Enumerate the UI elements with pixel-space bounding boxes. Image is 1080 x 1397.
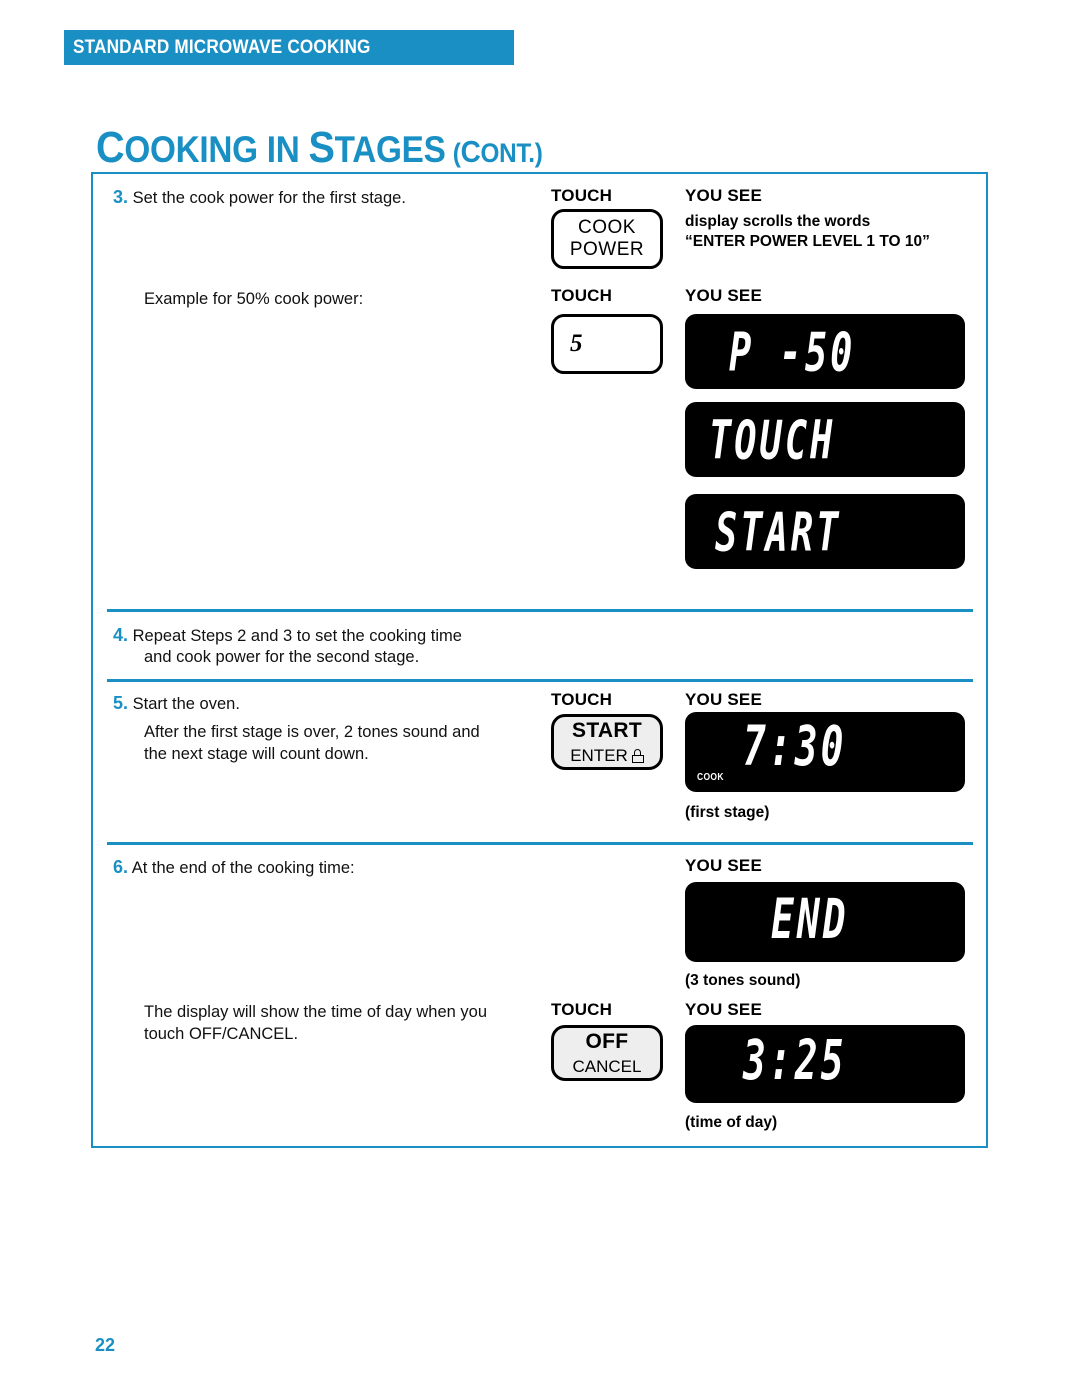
- lock-icon-body: [631, 754, 644, 763]
- page-number: 22: [95, 1335, 116, 1355]
- divider-before-step-6: [107, 842, 973, 845]
- page-title-cont-cap: C: [460, 134, 481, 169]
- page-title-main: COOKING IN STAGES: [96, 123, 446, 172]
- page-title-cont-rest: ONT.): [480, 138, 543, 168]
- lcd-time-of-day-text: 3:25: [743, 1028, 847, 1092]
- lock-icon: [631, 748, 644, 763]
- step-6-clock-caption: (time of day): [685, 1114, 778, 1131]
- page-title-cap-1: C: [96, 123, 125, 172]
- step-5-touch-heading: TOUCH: [551, 690, 613, 709]
- lcd-power-text: P -50: [729, 321, 856, 384]
- step-3-number: 3.: [113, 187, 129, 207]
- lcd-end-text: END: [771, 887, 849, 951]
- start-enter-button-top-label: START: [572, 719, 642, 742]
- cook-power-button-label-line2: POWER: [569, 239, 645, 260]
- lcd-display-time-of-day: 3:25: [685, 1025, 965, 1103]
- step-6-yousee-heading: YOU SEE: [685, 856, 762, 875]
- step-5-number: 5.: [113, 693, 129, 713]
- step-3-touch-heading: TOUCH: [551, 186, 613, 205]
- lcd-display-end: END: [685, 882, 965, 962]
- divider-before-step-5: [107, 679, 973, 682]
- step-6b-yousee-heading: YOU SEE: [685, 1000, 762, 1019]
- lcd-cook-indicator: COOK: [697, 772, 724, 783]
- start-enter-button[interactable]: START ENTER: [551, 714, 663, 770]
- step-6-touch-heading: TOUCH: [551, 1000, 613, 1019]
- lcd-touch-text: TOUCH: [709, 409, 836, 472]
- page-title-cont: (CONT.): [452, 134, 543, 169]
- step-5-yousee-heading: YOU SEE: [685, 690, 762, 709]
- step-6-body: At the end of the cooking time:: [131, 859, 355, 877]
- off-cancel-button-bottom-label: CANCEL: [572, 1057, 642, 1076]
- lcd-display-countdown: 7:30 COOK: [685, 712, 965, 792]
- lcd-start-text: START: [715, 501, 842, 564]
- page-title-rest-2: TAGES: [334, 129, 446, 170]
- page-title-cont-open: (: [452, 138, 461, 168]
- step-3-note-line2: “ENTER POWER LEVEL 1 TO 10”: [685, 233, 930, 250]
- page-title: COOKING IN STAGES (CONT.): [96, 123, 543, 173]
- step-3-example-text: Example for 50% cook power:: [144, 290, 364, 308]
- step-4-line1: Repeat Steps 2 and 3 to set the cooking …: [132, 627, 462, 645]
- step-6-text: 6. At the end of the cooking time:: [113, 856, 593, 879]
- divider-before-step-4: [107, 609, 973, 612]
- step-3-yousee-heading: YOU SEE: [685, 186, 762, 205]
- step-6-number: 6.: [113, 857, 129, 877]
- lcd-countdown-text: 7:30: [743, 714, 847, 778]
- step-3-note-line1: display scrolls the words: [685, 213, 871, 230]
- cook-power-button-label-line1: COOK: [578, 217, 636, 238]
- lcd-display-start: START: [685, 494, 965, 569]
- start-enter-button-bottom-label: ENTER: [570, 746, 628, 765]
- instruction-content-box: 3. Set the cook power for the first stag…: [91, 172, 988, 1148]
- start-enter-button-bottom-row: ENTER: [570, 746, 644, 765]
- off-cancel-button[interactable]: OFF CANCEL: [551, 1025, 663, 1081]
- step-6-end-caption: (3 tones sound): [685, 972, 801, 989]
- number-5-button[interactable]: 5: [551, 314, 663, 374]
- lcd-display-power-level: P -50: [685, 314, 965, 389]
- lcd-display-touch: TOUCH: [685, 402, 965, 477]
- step-3-text: 3. Set the cook power for the first stag…: [113, 186, 533, 209]
- page-title-cap-2: S: [308, 123, 335, 172]
- step-3b-yousee-heading: YOU SEE: [685, 286, 762, 305]
- step-5-text: 5. Start the oven.: [113, 692, 593, 715]
- number-5-button-label: 5: [570, 330, 583, 357]
- step-5-display-caption: (first stage): [685, 804, 770, 821]
- running-header-bar: STANDARD MICROWAVE COOKING: [64, 30, 514, 65]
- step-5-body: Start the oven.: [132, 695, 240, 713]
- running-header-text: STANDARD MICROWAVE COOKING: [73, 36, 371, 58]
- step-4-text: 4. Repeat Steps 2 and 3 to set the cooki…: [113, 624, 593, 647]
- cook-power-button[interactable]: COOK POWER: [551, 209, 663, 269]
- step-3-body: Set the cook power for the first stage.: [132, 189, 406, 207]
- step-4-number: 4.: [113, 625, 129, 645]
- page-title-rest-1: OOKING IN: [124, 129, 309, 170]
- step-3b-touch-heading: TOUCH: [551, 286, 613, 305]
- off-cancel-button-top-label: OFF: [585, 1030, 629, 1053]
- step-4-line2: and cook power for the second stage.: [144, 648, 420, 666]
